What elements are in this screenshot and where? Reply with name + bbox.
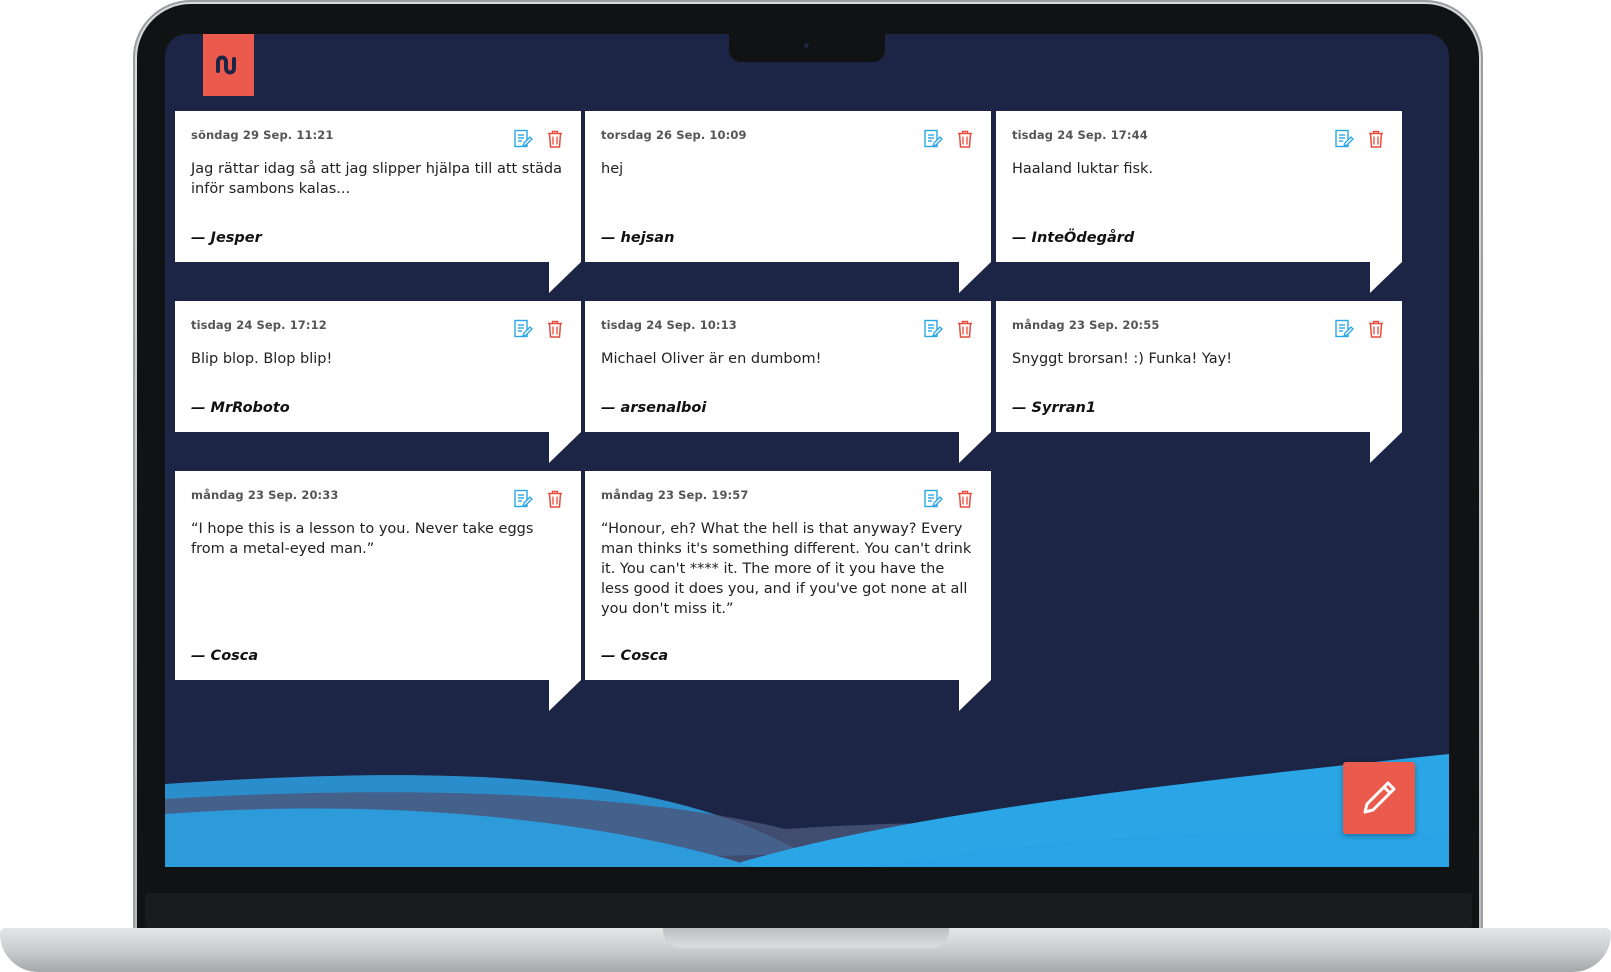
note-card: måndag 23 Sep. 19:57 “Honour, eh? What t… <box>585 471 991 711</box>
note-text: Snyggt brorsan! :) Funka! Yay! <box>1012 351 1233 367</box>
note-actions <box>513 489 565 509</box>
note-fold-corner <box>549 432 581 463</box>
note-actions <box>513 129 565 149</box>
app-screen: söndag 29 Sep. 11:21 Jag rättar idag så … <box>165 34 1449 867</box>
note-actions <box>1334 319 1386 339</box>
note-date: måndag 23 Sep. 19:57 <box>601 488 749 502</box>
note-actions <box>923 489 975 509</box>
note-date: måndag 23 Sep. 20:55 <box>1012 318 1160 332</box>
note-author: — Jesper <box>191 230 262 246</box>
note-author: — MrRoboto <box>191 400 290 416</box>
note-author: — Syrran1 <box>1012 400 1096 416</box>
new-note-button[interactable] <box>1343 762 1415 834</box>
note-date: torsdag 26 Sep. 10:09 <box>601 128 747 142</box>
note-author: — arsenalboi <box>601 400 707 416</box>
trash-icon[interactable] <box>955 319 975 339</box>
wave-decoration <box>165 754 1449 867</box>
note-card: torsdag 26 Sep. 10:09 hej — hejsan <box>585 111 991 293</box>
note-date: tisdag 24 Sep. 17:12 <box>191 318 327 332</box>
edit-icon[interactable] <box>923 489 943 509</box>
note-author: — Cosca <box>191 648 259 664</box>
note-actions <box>923 129 975 149</box>
note-actions <box>1334 129 1386 149</box>
trash-icon[interactable] <box>1366 129 1386 149</box>
note-text: Jag rättar idag så att jag slipper hjälp… <box>191 161 563 197</box>
note-fold-corner <box>1370 262 1402 293</box>
note-fold-corner <box>959 680 991 711</box>
note-text: hej <box>601 161 624 177</box>
edit-icon[interactable] <box>513 319 533 339</box>
logo-icon <box>215 55 236 75</box>
note-card: måndag 23 Sep. 20:55 Snyggt brorsan!:) … <box>996 301 1402 463</box>
trash-icon[interactable] <box>545 319 565 339</box>
trash-icon[interactable] <box>955 129 975 149</box>
note-fold-corner <box>959 262 991 293</box>
note-date: tisdag 24 Sep. 17:44 <box>1012 128 1148 142</box>
note-date: tisdag 24 Sep. 10:13 <box>601 318 737 332</box>
note-author: — hejsan <box>601 230 675 246</box>
note-text: Michael Oliver är en dumbom! <box>601 351 822 367</box>
laptop-base-notch <box>663 928 949 948</box>
camera-notch <box>729 34 885 62</box>
note-text: Haaland luktar fisk. <box>1012 161 1154 177</box>
note-fold-corner <box>1370 432 1402 463</box>
note-actions <box>513 319 565 339</box>
brand-logo[interactable] <box>203 34 254 96</box>
note-card: söndag 29 Sep. 11:21 Jag rättar idag så … <box>175 111 581 293</box>
note-text: Blip blop. Blop blip! <box>191 351 333 367</box>
note-date: söndag 29 Sep. 11:21 <box>191 128 334 142</box>
note-card: tisdag 24 Sep. 17:12 Blip blop. Blop bli… <box>175 301 581 463</box>
note-text: “I hope this is a lesson to you. Never t… <box>191 521 534 557</box>
note-card: tisdag 24 Sep. 10:13 Michael Oliver är e… <box>585 301 991 463</box>
note-author: — Cosca <box>601 648 669 664</box>
note-text: “Honour, eh? What the hell is that anywa… <box>601 521 972 617</box>
note-author: — InteÖdegård <box>1012 230 1135 246</box>
trash-icon[interactable] <box>545 489 565 509</box>
edit-icon[interactable] <box>513 129 533 149</box>
note-fold-corner <box>959 432 991 463</box>
camera-icon <box>802 41 811 50</box>
trash-icon[interactable] <box>955 489 975 509</box>
note-fold-corner <box>549 680 581 711</box>
trash-icon[interactable] <box>1366 319 1386 339</box>
laptop-chin <box>145 893 1472 928</box>
edit-icon[interactable] <box>1334 319 1354 339</box>
edit-icon[interactable] <box>923 319 943 339</box>
note-card: måndag 23 Sep. 20:33 “I hope this is a l… <box>175 471 581 711</box>
edit-icon[interactable] <box>923 129 943 149</box>
note-actions <box>923 319 975 339</box>
note-card: tisdag 24 Sep. 17:44 Haaland luktar fisk… <box>996 111 1402 293</box>
edit-icon[interactable] <box>513 489 533 509</box>
note-fold-corner <box>549 262 581 293</box>
note-date: måndag 23 Sep. 20:33 <box>191 488 339 502</box>
edit-icon[interactable] <box>1334 129 1354 149</box>
pencil-icon <box>1363 781 1396 814</box>
trash-icon[interactable] <box>545 129 565 149</box>
